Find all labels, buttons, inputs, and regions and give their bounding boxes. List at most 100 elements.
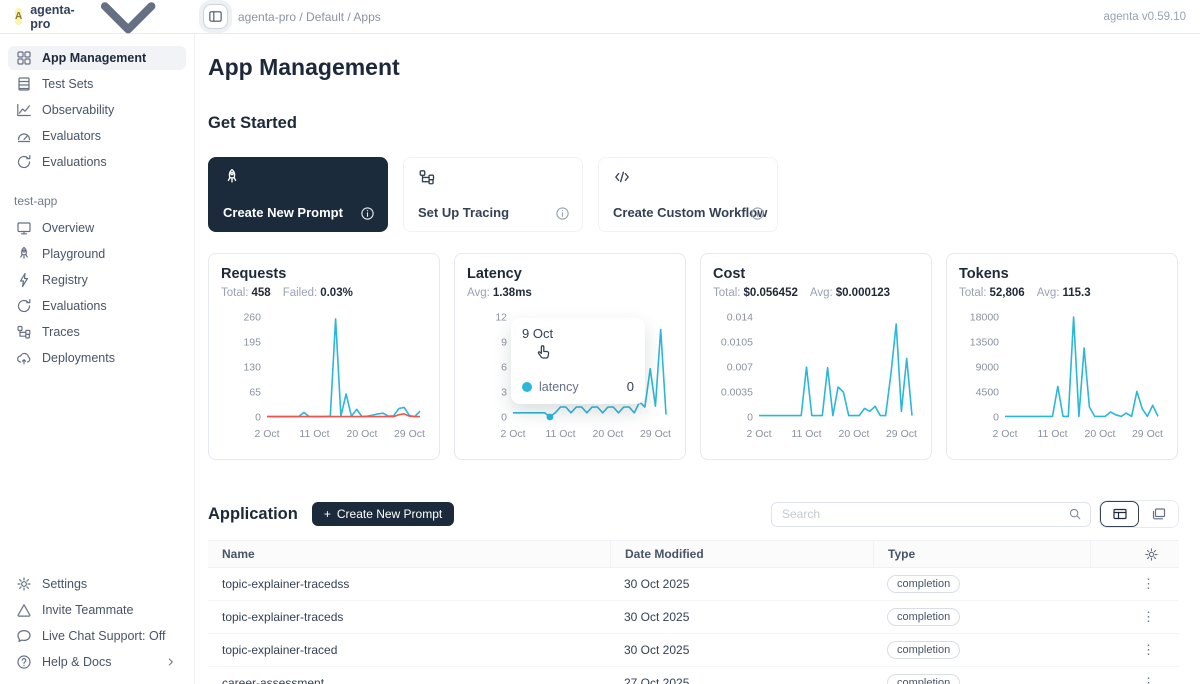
sidebar-item-live-chat-support-off[interactable]: Live Chat Support: Off: [8, 624, 186, 648]
svg-text:65: 65: [249, 387, 261, 399]
sidebar-app-nav: OverviewPlaygroundRegistry Evaluations Tra…: [8, 216, 186, 372]
sidebar-bottom-nav: Settings Invite TeammateLive Chat Support…: [8, 572, 186, 676]
svg-text:20 Oct: 20 Oct: [592, 428, 623, 440]
table-view-icon: [1112, 506, 1128, 522]
chart-title: Tokens: [959, 266, 1165, 282]
get-started-card-create-custom-workflow[interactable]: Create Custom Workflow: [598, 157, 778, 232]
sidebar-item-label: Deployments: [42, 351, 115, 365]
sidebar-item-overview[interactable]: Overview: [8, 216, 186, 240]
sidebar-item-registry[interactable]: Registry: [8, 268, 186, 292]
testsets-icon: [16, 76, 32, 92]
info-icon[interactable]: [750, 206, 765, 221]
create-new-prompt-button[interactable]: + Create New Prompt: [312, 502, 454, 526]
chart-title: Cost: [713, 266, 919, 282]
sidebar-toggle-button[interactable]: [203, 4, 228, 29]
sidebar-item-label: Evaluations: [42, 299, 107, 313]
stat: Total:458: [221, 287, 271, 299]
svg-text:3: 3: [501, 387, 507, 399]
type-cell: completion: [873, 575, 1090, 593]
table-view-button[interactable]: [1100, 501, 1139, 527]
svg-text:29 Oct: 29 Oct: [394, 428, 425, 440]
column-header-name[interactable]: Name: [208, 541, 610, 567]
sidebar-item-invite-teammate[interactable]: Invite Teammate: [8, 598, 186, 622]
page-title: App Management: [208, 54, 1179, 81]
table-row[interactable]: career-assessment27 Oct 2025completion⋮: [208, 667, 1179, 684]
row-menu-button[interactable]: ⋮: [1090, 609, 1179, 625]
table-row[interactable]: topic-explainer-traceds30 Oct 2025comple…: [208, 601, 1179, 634]
grid-icon: [16, 50, 32, 66]
row-menu-button[interactable]: ⋮: [1090, 642, 1179, 658]
search-icon[interactable]: [1068, 507, 1082, 521]
column-header-type[interactable]: Type: [873, 541, 1090, 567]
search-input[interactable]: [782, 507, 1068, 521]
series-dot: [522, 382, 532, 392]
sidebar-item-evaluators[interactable]: Evaluators: [8, 124, 186, 148]
svg-text:2 Oct: 2 Oct: [746, 428, 771, 440]
app-name-cell: career-assessment: [208, 676, 610, 684]
sidebar-item-test-sets[interactable]: Test Sets: [8, 72, 186, 96]
svg-text:11 Oct: 11 Oct: [545, 428, 575, 440]
info-icon[interactable]: [360, 206, 375, 221]
sidebar-item-settings[interactable]: Settings: [8, 572, 186, 596]
info-icon[interactable]: [555, 206, 570, 221]
application-header-row: Application + Create New Prompt: [208, 500, 1179, 528]
type-badge: completion: [887, 641, 960, 659]
row-menu-button[interactable]: ⋮: [1090, 576, 1179, 592]
svg-text:18000: 18000: [970, 312, 999, 324]
sidebar-item-playground[interactable]: Playground: [8, 242, 186, 266]
rotate-icon: [16, 154, 32, 170]
gear-icon[interactable]: [1144, 547, 1159, 562]
sidebar-item-observability[interactable]: Observability: [8, 98, 186, 122]
sidebar-item-app-management[interactable]: App Management: [8, 46, 186, 70]
svg-text:0.0035: 0.0035: [721, 387, 753, 399]
get-started-card-set-up-tracing[interactable]: Set Up Tracing: [403, 157, 583, 232]
type-cell: completion: [873, 674, 1090, 684]
sidebar-item-label: App Management: [42, 51, 146, 65]
create-new-prompt-label: Create New Prompt: [337, 507, 442, 521]
metric-charts: RequestsTotal:458Failed:0.03%26019513065…: [208, 253, 1179, 460]
card-label: Create New Prompt: [223, 205, 343, 220]
date-modified-cell: 27 Oct 2025: [610, 676, 873, 684]
workspace-avatar: A: [15, 8, 22, 25]
type-cell: completion: [873, 641, 1090, 659]
svg-text:0: 0: [255, 412, 261, 424]
search-box: [771, 502, 1091, 527]
svg-text:260: 260: [243, 312, 261, 324]
sidebar-item-evaluations[interactable]: Evaluations: [8, 150, 186, 174]
breadcrumb[interactable]: agenta-pro / Default / Apps: [238, 10, 381, 24]
tooltip-series-name: latency: [539, 380, 579, 394]
get-started-card-create-new-prompt[interactable]: Create New Prompt: [208, 157, 388, 232]
tokens-chart: 18000135009000450002 Oct11 Oct20 Oct29 O…: [959, 307, 1165, 447]
code-icon: [613, 168, 631, 186]
svg-text:9: 9: [501, 337, 507, 349]
table-body: topic-explainer-tracedss 30 Oct 2025 compl…: [208, 568, 1179, 684]
sidebar-item-traces[interactable]: Traces: [8, 320, 186, 344]
chart-line-icon: [16, 102, 32, 118]
svg-text:0: 0: [747, 412, 753, 424]
rotate-icon: [16, 298, 32, 314]
type-badge: completion: [887, 608, 960, 626]
svg-text:195: 195: [243, 337, 261, 349]
svg-text:29 Oct: 29 Oct: [1132, 428, 1163, 440]
sidebar-item-evaluations[interactable]: Evaluations: [8, 294, 186, 318]
date-modified-cell: 30 Oct 2025: [610, 643, 873, 657]
panel-icon: [208, 9, 223, 24]
svg-text:0: 0: [501, 412, 507, 424]
table-row[interactable]: topic-explainer-tracedss30 Oct 2025compl…: [208, 568, 1179, 601]
app-name-cell: topic-explainer-tracedss: [208, 577, 610, 591]
chat-icon: [16, 628, 32, 644]
cost-chart: 0.0140.01050.0070.003502 Oct11 Oct20 Oct…: [713, 307, 919, 447]
card-view-button[interactable]: [1139, 501, 1178, 527]
sidebar-item-deployments[interactable]: Deployments: [8, 346, 186, 370]
gear-icon: [16, 576, 32, 592]
column-header-actions: [1090, 541, 1179, 567]
table-row[interactable]: topic-explainer-traced30 Oct 2025complet…: [208, 634, 1179, 667]
sidebar-item-help-docs[interactable]: Help & Docs: [8, 650, 186, 674]
card-view-icon: [1151, 506, 1167, 522]
chart-stats: Total:52,806Avg:115.3: [959, 287, 1165, 299]
sidebar-item-label: Settings: [42, 577, 87, 591]
column-header-date-modified[interactable]: Date Modified: [610, 541, 873, 567]
svg-text:4500: 4500: [976, 387, 1000, 399]
row-menu-button[interactable]: ⋮: [1090, 675, 1179, 684]
rocket-icon: [223, 168, 241, 186]
